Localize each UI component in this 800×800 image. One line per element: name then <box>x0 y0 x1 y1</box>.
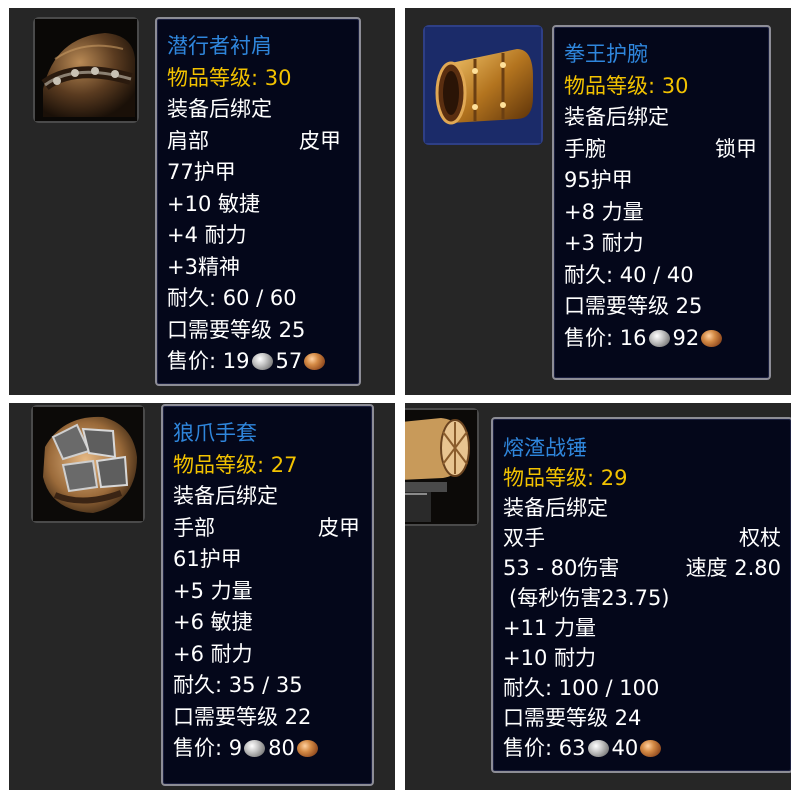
copper-coin-icon <box>640 740 662 757</box>
stat-line: +10 耐力 <box>503 646 596 670</box>
item-name: 潜行者衬肩 <box>167 34 272 58</box>
stat-line: +3精神 <box>167 254 240 279</box>
stat-line: +10 敏捷 <box>167 191 260 216</box>
item-level: 物品等级: 29 <box>503 466 628 490</box>
slot-row: 双手 权杖 <box>503 523 781 553</box>
sell-price: 售价: 63 40 <box>503 733 781 763</box>
claw-glove-icon[interactable] <box>31 405 145 523</box>
silver-coin-icon <box>648 329 670 347</box>
silver-amount: 19 <box>222 349 250 373</box>
stat-line: +11 力量 <box>503 616 596 640</box>
warhammer-icon[interactable] <box>405 408 479 526</box>
durability-text: 耐久: 60 / 60 <box>167 286 297 310</box>
copper-amount: 40 <box>611 736 639 760</box>
item-level: 物品等级: 27 <box>173 452 298 477</box>
item-name: 熔渣战锤 <box>503 436 587 460</box>
item-tooltip: 拳王护腕 物品等级: 30 装备后绑定 手腕 锁甲 95护甲 +8 力量 +3 … <box>552 25 771 380</box>
item-tooltip: 潜行者衬肩 物品等级: 30 装备后绑定 肩部 皮甲 77护甲 +10 敏捷 +… <box>155 17 361 386</box>
item-panel-gloves: 狼爪手套 物品等级: 27 装备后绑定 手部 皮甲 61护甲 +5 力量 +6 … <box>9 403 395 790</box>
stat-line: +5 力量 <box>173 578 253 603</box>
slot-text: 双手 <box>503 526 545 550</box>
level-requirement: 口需要等级 25 <box>564 294 703 318</box>
item-tooltip: 狼爪手套 物品等级: 27 装备后绑定 手部 皮甲 61护甲 +5 力量 +6 … <box>161 404 374 786</box>
level-requirement: 口需要等级 24 <box>503 706 642 730</box>
armor-type: 皮甲 <box>299 128 341 153</box>
copper-amount: 80 <box>268 736 295 760</box>
slot-text: 手腕 <box>564 136 606 161</box>
item-panel-warhammer: 熔渣战锤 物品等级: 29 装备后绑定 双手 权杖 53 - 80伤害 速度 2… <box>405 403 791 790</box>
silver-coin-icon <box>244 740 266 757</box>
sell-price-label: 售价: <box>564 325 614 350</box>
silver-amount: 63 <box>558 736 586 760</box>
durability-text: 耐久: 40 / 40 <box>564 262 694 287</box>
stat-line: +4 耐力 <box>167 223 247 247</box>
armor-type: 皮甲 <box>318 515 360 540</box>
copper-coin-icon <box>304 353 326 370</box>
sell-price: 售价: 9 80 <box>173 733 362 765</box>
leather-shoulder-icon[interactable] <box>33 17 139 123</box>
bind-text: 装备后绑定 <box>167 97 272 121</box>
speed-text: 速度 2.80 <box>685 556 781 580</box>
durability-text: 耐久: 35 / 35 <box>173 673 303 697</box>
weapon-type: 权杖 <box>739 526 781 550</box>
sell-price-label: 售价: <box>173 736 223 760</box>
sell-price-label: 售价: <box>503 736 553 760</box>
bind-text: 装备后绑定 <box>173 484 278 508</box>
slot-row: 肩部 皮甲 <box>167 126 349 158</box>
stat-line: +8 力量 <box>564 199 644 224</box>
slot-text: 手部 <box>173 515 215 540</box>
sell-price: 售价: 19 57 <box>167 346 349 378</box>
item-panel-bracers: 拳王护腕 物品等级: 30 装备后绑定 手腕 锁甲 95护甲 +8 力量 +3 … <box>405 8 791 395</box>
bind-text: 装备后绑定 <box>503 496 608 520</box>
dps-text: (每秒伤害23.75) <box>509 586 670 610</box>
item-level: 物品等级: 30 <box>167 65 292 90</box>
stat-line: +6 敏捷 <box>173 610 253 634</box>
item-level: 物品等级: 30 <box>564 73 689 98</box>
copper-amount: 92 <box>672 325 700 350</box>
silver-coin-icon <box>251 353 273 370</box>
silver-coin-icon <box>587 740 609 757</box>
item-tooltip: 熔渣战锤 物品等级: 29 装备后绑定 双手 权杖 53 - 80伤害 速度 2… <box>491 417 791 773</box>
silver-amount: 9 <box>228 736 243 760</box>
bracer-icon[interactable] <box>423 25 543 145</box>
damage-row: 53 - 80伤害 速度 2.80 <box>503 553 781 583</box>
copper-amount: 57 <box>275 349 303 373</box>
sell-price: 售价: 16 92 <box>564 323 759 355</box>
item-panel-shoulders: 潜行者衬肩 物品等级: 30 装备后绑定 肩部 皮甲 77护甲 +10 敏捷 +… <box>9 8 395 395</box>
bind-text: 装备后绑定 <box>564 105 669 129</box>
silver-amount: 16 <box>619 325 647 350</box>
slot-row: 手腕 锁甲 <box>564 134 759 166</box>
level-requirement: 口需要等级 22 <box>173 704 312 729</box>
level-requirement: 口需要等级 25 <box>167 317 306 342</box>
item-name: 拳王护腕 <box>564 42 648 66</box>
slot-row: 手部 皮甲 <box>173 513 362 545</box>
stat-line: +6 耐力 <box>173 641 253 666</box>
damage-text: 53 - 80伤害 <box>503 556 620 580</box>
durability-text: 耐久: 100 / 100 <box>503 676 660 700</box>
stat-line: 61护甲 <box>173 547 242 571</box>
copper-coin-icon <box>296 740 318 757</box>
armor-type: 锁甲 <box>715 136 757 161</box>
sell-price-label: 售价: <box>167 349 217 373</box>
stat-line: 77护甲 <box>167 160 236 184</box>
item-name: 狼爪手套 <box>173 421 257 445</box>
slot-text: 肩部 <box>167 128 209 153</box>
stat-line: +3 耐力 <box>564 231 644 255</box>
stat-line: 95护甲 <box>564 168 633 192</box>
copper-coin-icon <box>701 329 723 347</box>
